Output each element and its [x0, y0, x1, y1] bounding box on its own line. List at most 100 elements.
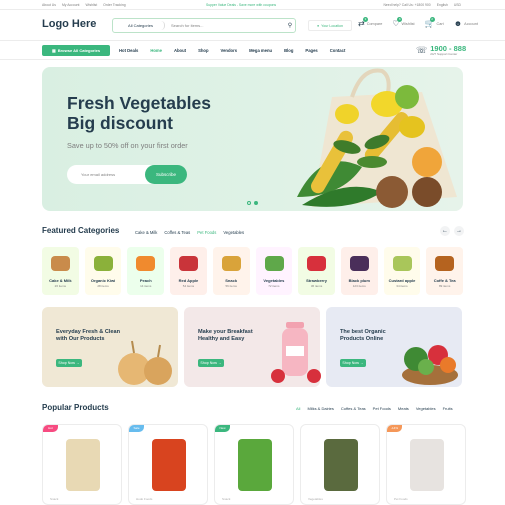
- shop-now-label: Shop Now: [58, 361, 75, 365]
- tab-coffes-teas-popular[interactable]: Coffes & Teas: [341, 406, 366, 411]
- category-count: 26 items: [54, 284, 67, 288]
- compare-label: Compare: [366, 21, 383, 26]
- tab-all[interactable]: All: [296, 406, 300, 411]
- category-count: 28 items: [97, 284, 109, 288]
- category-card[interactable]: Coffe & Tea 89 items: [426, 247, 464, 295]
- category-card[interactable]: Snack 56 items: [212, 247, 250, 295]
- header-icons: ⇄ 3 Compare ♡ 6 Wishlist 🛒 2 Cart ☻ Acco…: [358, 17, 478, 28]
- search-icon[interactable]: ⚲: [285, 22, 295, 29]
- category-image: [392, 256, 412, 271]
- shop-now-button[interactable]: Shop Now →: [56, 359, 82, 367]
- category-card[interactable]: Custard apple 34 items: [383, 247, 421, 295]
- header-cart[interactable]: 🛒 2 Cart: [425, 17, 444, 28]
- product-image: [410, 439, 444, 491]
- top-link-order-tracking[interactable]: Order Tracking: [103, 3, 125, 7]
- logo[interactable]: Logo Here: [42, 18, 96, 30]
- arrow-right-icon[interactable]: →: [454, 226, 464, 236]
- popular-tabs: All Milks & Dairies Coffes & Teas Pet Fo…: [296, 406, 453, 411]
- category-card[interactable]: Strawberry 36 items: [298, 247, 335, 295]
- main-nav: ▦ Browse All Categories Hot Deals Home A…: [0, 40, 505, 60]
- product-tag-badge: -14%: [387, 425, 402, 432]
- header-wishlist[interactable]: ♡ 6 Wishlist: [392, 17, 415, 28]
- featured-categories-title: Featured Categories: [42, 226, 120, 235]
- wishlist-label: Wishlist: [401, 21, 415, 26]
- category-card[interactable]: Vegetables 72 items: [255, 247, 293, 295]
- tab-milks-dairies[interactable]: Milks & Dairies: [307, 406, 333, 411]
- language-select[interactable]: English: [437, 3, 448, 7]
- tab-pet-foods[interactable]: Pet Foods: [197, 230, 216, 235]
- arrow-left-icon[interactable]: ←: [440, 226, 450, 236]
- currency-select[interactable]: USD: [454, 3, 461, 7]
- browse-categories-button[interactable]: ▦ Browse All Categories: [42, 45, 110, 56]
- account-label: Account: [464, 21, 478, 26]
- hotline-number: 1900 - 888: [430, 44, 467, 53]
- nav-pages[interactable]: Pages: [305, 48, 317, 53]
- category-image: [307, 256, 327, 271]
- top-left-links: About Us My Account Wishlist Order Track…: [42, 3, 126, 7]
- tab-cake-milk[interactable]: Cake & Milk: [135, 230, 157, 235]
- header: Logo Here All Categories Search for item…: [0, 10, 505, 40]
- hotline[interactable]: ☏ 1900 - 888 24/7 Support Center: [416, 45, 466, 56]
- product-card[interactable]: Hot Snack: [42, 424, 122, 505]
- nav-home[interactable]: Home: [150, 48, 162, 53]
- product-card[interactable]: Vegetables: [300, 424, 380, 505]
- banner-onion-image: [118, 340, 172, 385]
- nav-blog[interactable]: Blog: [284, 48, 293, 53]
- tab-meats[interactable]: Meats: [398, 406, 409, 411]
- category-name: Snack: [225, 278, 238, 283]
- tab-pet-foods-popular[interactable]: Pet Foods: [373, 406, 391, 411]
- product-tag-badge: Sale: [129, 425, 144, 432]
- category-list: Cake & Milk 26 items Organic Kiwi 28 items P…: [42, 247, 464, 295]
- product-card[interactable]: -14% Pet Foods: [386, 424, 466, 505]
- product-image: [66, 439, 100, 491]
- category-card[interactable]: Organic Kiwi 28 items: [84, 247, 122, 295]
- top-link-account[interactable]: My Account: [62, 3, 80, 7]
- category-count: 56 items: [225, 284, 237, 288]
- slider-dot-2[interactable]: [254, 201, 258, 205]
- tab-vegetables[interactable]: Vegetables: [223, 230, 244, 235]
- category-image: [136, 256, 156, 271]
- category-image: [435, 256, 455, 271]
- product-image: [324, 439, 358, 491]
- shop-now-label: Shop Now: [200, 361, 217, 365]
- nav-mega-menu[interactable]: Mega menu: [249, 48, 272, 53]
- shop-now-label: Shop Now: [342, 361, 359, 365]
- featured-tabs: Cake & Milk Coffes & Teas Pet Foods Vege…: [135, 230, 244, 235]
- email-field[interactable]: Your email address: [67, 172, 145, 177]
- category-name: Peach: [139, 278, 152, 283]
- top-link-wishlist[interactable]: Wishlist: [85, 3, 97, 7]
- tab-coffes-teas[interactable]: Coffes & Teas: [164, 230, 190, 235]
- nav-hot-deals[interactable]: Hot Deals: [119, 48, 138, 53]
- search-bar: All Categories Search for items... ⚲: [112, 18, 296, 33]
- hero-title-line1: Fresh Vegetables: [67, 93, 211, 113]
- category-card[interactable]: Peach 14 items: [127, 247, 165, 295]
- location-label: Your Location: [321, 23, 344, 28]
- category-card[interactable]: Red Apple 54 items: [170, 247, 207, 295]
- nav-vendors[interactable]: Vendors: [221, 48, 238, 53]
- tab-fruits[interactable]: Fruits: [443, 406, 453, 411]
- nav-shop[interactable]: Shop: [198, 48, 208, 53]
- product-image: [238, 439, 272, 491]
- category-name: Coffe & Tea: [433, 278, 456, 283]
- search-input[interactable]: Search for items...: [165, 23, 285, 28]
- slider-dots: [247, 201, 258, 205]
- header-compare[interactable]: ⇄ 3 Compare: [358, 17, 383, 28]
- shop-now-button[interactable]: Shop Now →: [340, 359, 366, 367]
- shop-now-button[interactable]: Shop Now →: [198, 359, 224, 367]
- location-select[interactable]: ● Your Location: [308, 20, 352, 31]
- slider-dot-1[interactable]: [247, 201, 251, 205]
- hero-title: Fresh Vegetables Big discount: [67, 93, 211, 133]
- top-link-about[interactable]: About Us: [42, 3, 56, 7]
- subscribe-button[interactable]: Subscribe: [145, 165, 187, 184]
- search-category-select[interactable]: All Categories: [113, 21, 165, 30]
- product-card[interactable]: Sale Hodo Foods: [128, 424, 208, 505]
- arrow-right-icon: →: [76, 361, 80, 365]
- category-card[interactable]: Black plum 123 items: [340, 247, 378, 295]
- category-image: [264, 256, 284, 271]
- tab-vegetables-popular[interactable]: Vegetables: [416, 406, 436, 411]
- nav-about[interactable]: About: [174, 48, 186, 53]
- header-account[interactable]: ☻ Account: [454, 19, 478, 28]
- product-card[interactable]: New Snack: [214, 424, 294, 505]
- nav-contact[interactable]: Contact: [330, 48, 346, 53]
- category-card[interactable]: Cake & Milk 26 items: [42, 247, 79, 295]
